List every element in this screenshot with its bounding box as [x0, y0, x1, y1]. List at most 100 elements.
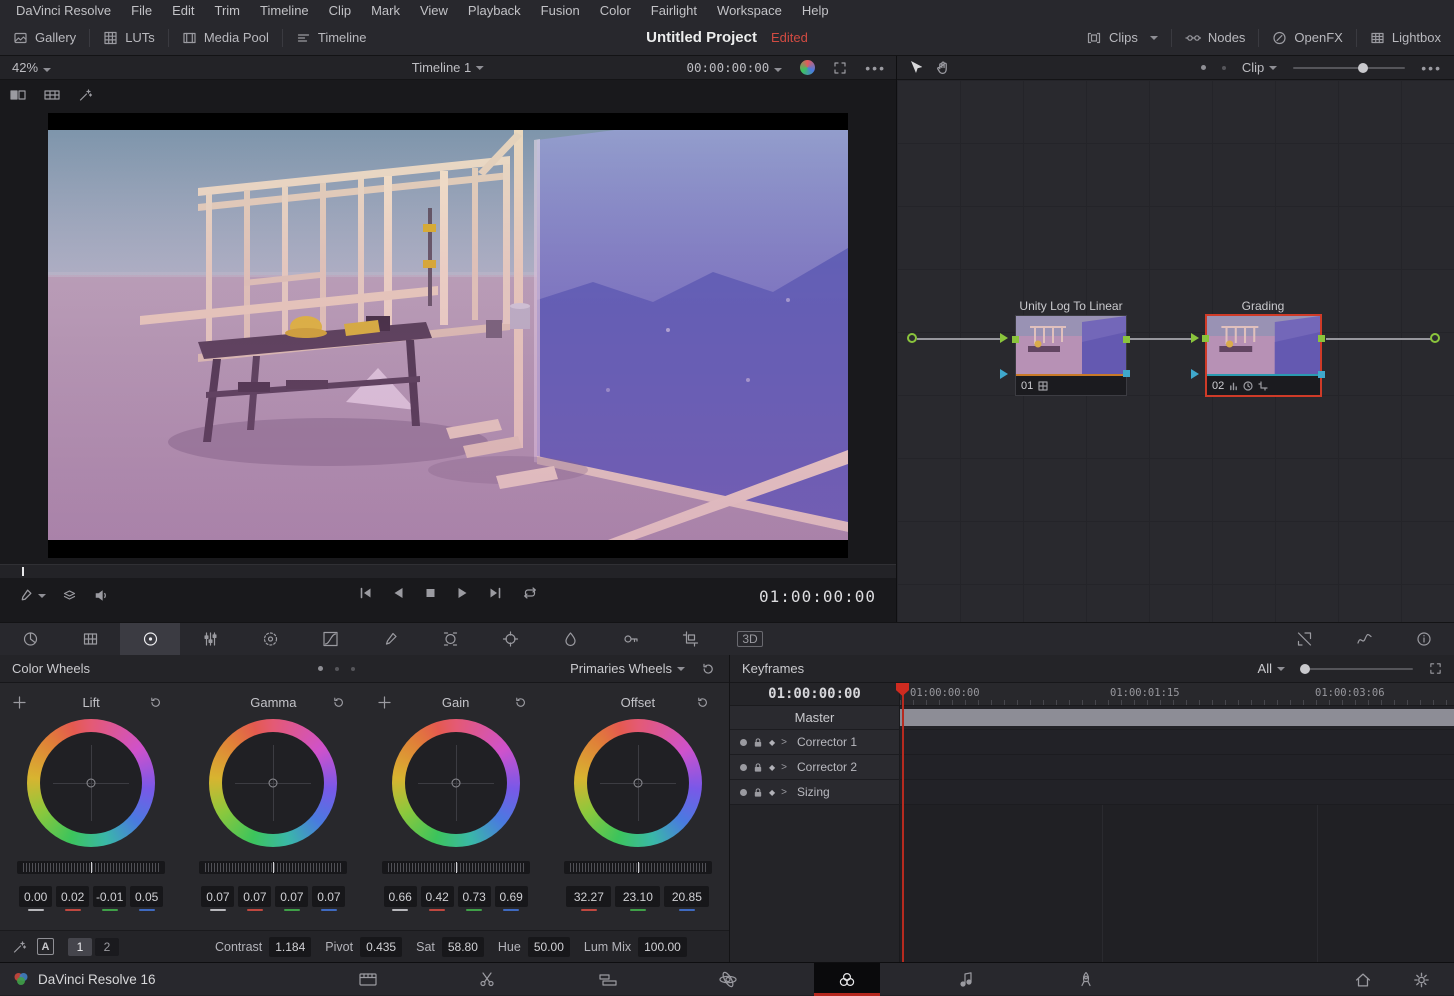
- page-cut[interactable]: [454, 963, 520, 996]
- keyframes-filter-selector[interactable]: All: [1258, 661, 1285, 676]
- clips-button[interactable]: Clips: [1073, 20, 1171, 55]
- reset-icon[interactable]: [149, 696, 162, 709]
- go-to-start-button[interactable]: [358, 586, 374, 600]
- page-media[interactable]: [335, 963, 401, 996]
- picker-crosshair-icon[interactable]: [13, 696, 26, 709]
- source-input-port[interactable]: [907, 333, 917, 343]
- expand-icon[interactable]: [833, 61, 847, 75]
- track-enable-dot[interactable]: [740, 789, 747, 796]
- timeline-selector[interactable]: Timeline 1: [412, 60, 484, 75]
- keyframe-diamond-icon[interactable]: ◆: [769, 788, 775, 797]
- keyframe-diamond-icon[interactable]: ◆: [769, 763, 775, 772]
- expand-chevron-icon[interactable]: >: [781, 762, 787, 773]
- media-pool-button[interactable]: Media Pool: [169, 20, 282, 55]
- keyframe-diamond-icon[interactable]: ◆: [769, 738, 775, 747]
- menu-view[interactable]: View: [410, 3, 458, 18]
- offset-b-value[interactable]: 20.85: [664, 886, 709, 907]
- enhance-wand-icon[interactable]: [78, 88, 93, 102]
- info-tool[interactable]: [1394, 623, 1454, 655]
- pan-hand-icon[interactable]: [936, 60, 950, 75]
- menu-timeline[interactable]: Timeline: [250, 3, 319, 18]
- video-viewport[interactable]: [48, 113, 848, 558]
- color-wheels-tool[interactable]: [120, 623, 180, 655]
- offset-g-value[interactable]: 23.10: [615, 886, 660, 907]
- audio-mute-icon[interactable]: [93, 588, 110, 603]
- gain-master-slider[interactable]: [382, 861, 530, 874]
- gamma-master-slider[interactable]: [199, 861, 347, 874]
- master-track-bar[interactable]: [900, 709, 1454, 726]
- track-enable-dot[interactable]: [740, 739, 747, 746]
- reset-icon[interactable]: [696, 696, 709, 709]
- reset-icon[interactable]: [332, 696, 345, 709]
- go-to-end-button[interactable]: [488, 586, 504, 600]
- gain-r-value[interactable]: 0.42: [421, 886, 454, 907]
- expand-chevron-icon[interactable]: >: [781, 787, 787, 798]
- node-zoom-knob[interactable]: [1358, 63, 1368, 73]
- blur-tool[interactable]: [540, 623, 600, 655]
- rgb-mixer-tool[interactable]: [180, 623, 240, 655]
- reset-all-icon[interactable]: [701, 662, 715, 676]
- keyframes-zoom-knob[interactable]: [1300, 664, 1310, 674]
- stereo-3d-tool[interactable]: 3D: [720, 623, 780, 655]
- offset-color-wheel[interactable]: [574, 719, 702, 847]
- hue-value[interactable]: 50.00: [528, 937, 570, 957]
- menu-edit[interactable]: Edit: [162, 3, 204, 18]
- viewer-timecode-select[interactable]: 00:00:00:00: [686, 60, 782, 75]
- camera-raw-tool[interactable]: [0, 623, 60, 655]
- menu-playback[interactable]: Playback: [458, 3, 531, 18]
- track-corrector-2[interactable]: ◆ > Corrector 2: [730, 755, 1454, 780]
- reset-icon[interactable]: [514, 696, 527, 709]
- scopes-tool[interactable]: [1334, 623, 1394, 655]
- page-color-active[interactable]: [814, 963, 880, 996]
- keyframes-playhead-line[interactable]: [902, 683, 904, 962]
- node-view-selector[interactable]: Clip: [1242, 60, 1277, 75]
- lum-mix-value[interactable]: 100.00: [638, 937, 687, 957]
- node-graph[interactable]: Unity Log To Linear 01 Grading: [897, 80, 1454, 622]
- qualifier-tool[interactable]: [360, 623, 420, 655]
- page-deliver[interactable]: [1053, 963, 1119, 996]
- motion-effects-tool[interactable]: [240, 623, 300, 655]
- wheels-mode-selector[interactable]: Primaries Wheels: [570, 661, 685, 676]
- expand-icon[interactable]: [1429, 662, 1442, 675]
- grab-still-icon[interactable]: [800, 60, 815, 75]
- gain-g-value[interactable]: 0.73: [458, 886, 491, 907]
- viewer-options-menu[interactable]: •••: [865, 60, 886, 76]
- expand-chevron-icon[interactable]: >: [781, 737, 787, 748]
- project-manager-button[interactable]: [1338, 963, 1388, 996]
- auto-wand-icon[interactable]: [12, 940, 27, 954]
- node-grading-selected[interactable]: 02: [1205, 314, 1322, 397]
- track-master[interactable]: Master: [730, 706, 1454, 730]
- wheel-page-tab-2[interactable]: 2: [95, 938, 119, 956]
- pivot-value[interactable]: 0.435: [360, 937, 402, 957]
- node-options-menu[interactable]: •••: [1421, 60, 1442, 76]
- gain-y-value[interactable]: 0.66: [384, 886, 417, 907]
- color-match-tool[interactable]: [60, 623, 120, 655]
- pointer-tool-icon[interactable]: [909, 60, 922, 75]
- split-grid-icon[interactable]: [44, 88, 60, 102]
- stop-button[interactable]: [424, 586, 438, 600]
- gamma-b-value[interactable]: 0.07: [312, 886, 345, 907]
- page-dot[interactable]: [351, 667, 355, 671]
- node-rgb-input-port[interactable]: [1202, 335, 1209, 342]
- gain-b-value[interactable]: 0.69: [495, 886, 528, 907]
- scrubber-playhead[interactable]: [22, 567, 24, 576]
- project-settings-button[interactable]: [1396, 963, 1446, 996]
- output-port[interactable]: [1430, 333, 1440, 343]
- page-dot-active[interactable]: [318, 666, 323, 671]
- play-reverse-button[interactable]: [392, 586, 406, 600]
- sizing-tool[interactable]: [660, 623, 720, 655]
- wheel-page-tab-1[interactable]: 1: [68, 938, 92, 956]
- menu-mark[interactable]: Mark: [361, 3, 410, 18]
- gamma-y-value[interactable]: 0.07: [201, 886, 234, 907]
- menu-trim[interactable]: Trim: [205, 3, 251, 18]
- viewer-scrubber[interactable]: [0, 564, 896, 578]
- sat-value[interactable]: 58.80: [442, 937, 484, 957]
- luts-button[interactable]: LUTs: [90, 20, 168, 55]
- nodes-button[interactable]: Nodes: [1172, 20, 1259, 55]
- contrast-value[interactable]: 1.184: [269, 937, 311, 957]
- viewer-zoom-select[interactable]: 42%: [12, 60, 51, 75]
- image-wipe-icon[interactable]: [10, 88, 26, 102]
- menu-help[interactable]: Help: [792, 3, 839, 18]
- tracker-tool[interactable]: [480, 623, 540, 655]
- menu-app[interactable]: DaVinci Resolve: [6, 3, 121, 18]
